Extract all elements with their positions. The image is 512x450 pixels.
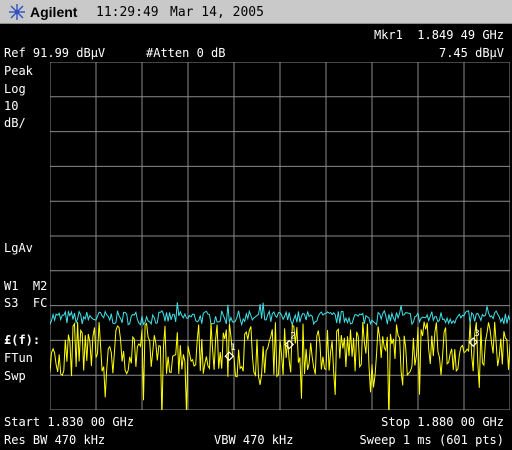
marker-number-label: 3 <box>474 329 479 339</box>
trace-s3fc-label: S3 FC <box>4 296 48 310</box>
average-type-label: LgAv <box>4 241 33 255</box>
marker-number-label: 2 <box>290 332 295 342</box>
attenuation: #Atten 0 dB <box>146 46 226 60</box>
reference-level: Ref 91.99 dBµV <box>4 46 106 60</box>
brand-label: Agilent <box>30 4 78 20</box>
start-frequency: Start 1.830 00 GHz <box>4 415 135 429</box>
marker-readout-freq: Mkr1 1.849 49 GHz <box>374 28 504 42</box>
spectrum-plot: 1 2 3 <box>50 62 510 410</box>
marker-label: Mkr1 <box>373 28 403 42</box>
sweep-time: Sweep 1 ms (601 pts) <box>359 433 505 447</box>
scale-value-label: 10 <box>4 99 19 113</box>
function-label: £(f): <box>4 333 41 347</box>
marker-number-label: 1 <box>230 343 235 353</box>
agilent-spark-icon <box>9 4 25 20</box>
trace-w1m2-label: W1 M2 <box>4 279 48 293</box>
scale-type-label: Log <box>4 82 26 96</box>
sweep-mode-label: Swp <box>4 369 26 383</box>
stop-frequency: Stop 1.880 00 GHz <box>381 415 504 429</box>
marker-freq: 1.849 49 GHz <box>417 28 504 42</box>
ftun-label: FTun <box>4 351 33 365</box>
clock-date: Mar 14, 2005 <box>170 5 264 20</box>
detector-label: Peak <box>4 64 33 78</box>
clock-time: 11:29:49 <box>96 5 159 20</box>
marker-readout-amp: 7.45 dBµV <box>438 46 504 60</box>
video-bandwidth: VBW 470 kHz <box>214 433 294 447</box>
scale-unit-label: dB/ <box>4 116 26 130</box>
resolution-bandwidth: Res BW 470 kHz <box>4 433 106 447</box>
title-bar: Agilent 11:29:49 Mar 14, 2005 <box>0 0 512 24</box>
